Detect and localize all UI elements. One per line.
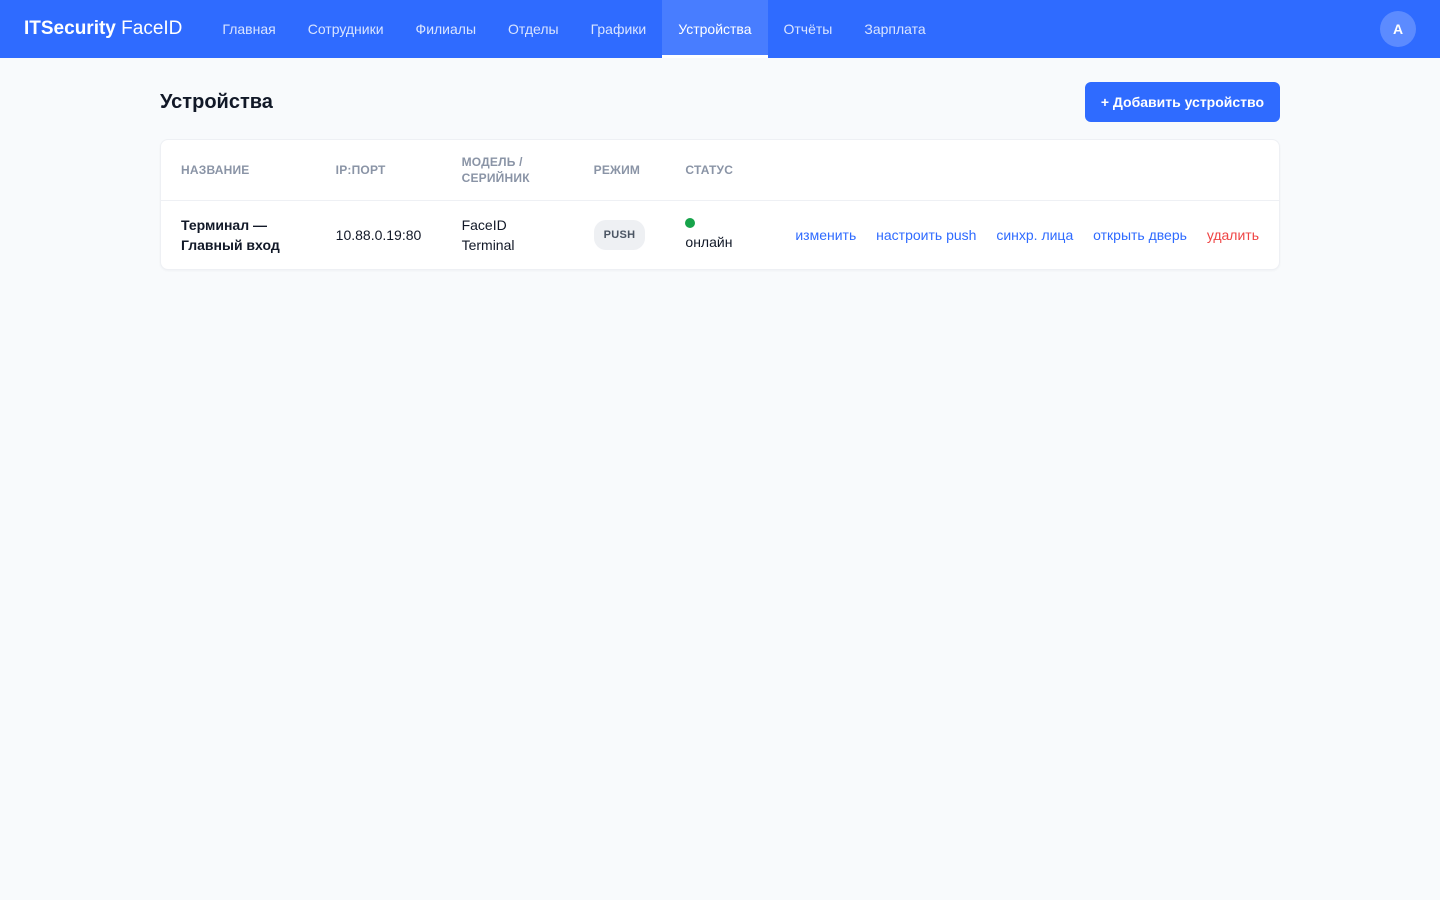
devices-table: Название IP:порт Модель / серийник Режим… [161,140,1279,269]
brand-name: ITSecurity [24,18,116,39]
nav-item-branches[interactable]: Филиалы [400,0,492,58]
column-header-actions [759,140,1279,201]
main-nav: Главная Сотрудники Филиалы Отделы График… [206,0,941,58]
mode-badge: PUSH [593,219,646,250]
delete-device-link[interactable]: удалить [1207,227,1259,243]
main-content: Устройства + Добавить устройство Названи… [160,58,1280,270]
column-header-model-serial: Модель / серийник [441,140,574,201]
row-actions: изменить настроить push синхр. лица откр… [759,200,1279,269]
nav-item-employees[interactable]: Сотрудники [292,0,400,58]
status-online-dot-icon [685,217,696,228]
app-logo[interactable]: ITSecurity FaceID [24,18,182,40]
nav-item-reports[interactable]: Отчёты [768,0,849,58]
device-name: Терминал — Главный вход [181,216,280,253]
nav-item-schedules[interactable]: Графики [575,0,663,58]
edit-device-link[interactable]: изменить [795,227,856,243]
device-ip-port: 10.88.0.19:80 [335,226,422,243]
page-title: Устройства [160,90,273,113]
device-mode-cell: PUSH [574,200,666,269]
nav-item-departments[interactable]: Отделы [492,0,575,58]
table-header-row: Название IP:порт Модель / серийник Режим… [161,140,1279,201]
configure-push-link[interactable]: настроить push [876,227,976,243]
device-status-cell: онлайн [665,200,759,269]
column-header-mode: Режим [573,140,666,201]
user-avatar[interactable]: A [1380,11,1416,47]
status-text: онлайн [685,233,733,250]
devices-table-card: Название IP:порт Модель / серийник Режим… [160,139,1280,270]
open-door-link[interactable]: открыть дверь [1093,227,1187,243]
page-header: Устройства + Добавить устройство [160,82,1280,122]
table-row: Терминал — Главный вход 10.88.0.19:80 Fa… [161,200,1279,269]
column-header-ip-port: IP:порт [315,140,442,201]
sync-faces-link[interactable]: синхр. лица [996,227,1073,243]
nav-item-home[interactable]: Главная [206,0,291,58]
brand-product: FaceID [121,18,183,39]
device-model: FaceID Terminal [461,216,515,253]
add-device-button[interactable]: + Добавить устройство [1084,82,1280,122]
column-header-status: Статус [665,140,760,201]
nav-item-salary[interactable]: Зарплата [848,0,941,58]
nav-item-devices[interactable]: Устройства [662,0,768,58]
top-navbar: ITSecurity FaceID Главная Сотрудники Фил… [0,0,1440,58]
column-header-name: Название [161,140,316,201]
